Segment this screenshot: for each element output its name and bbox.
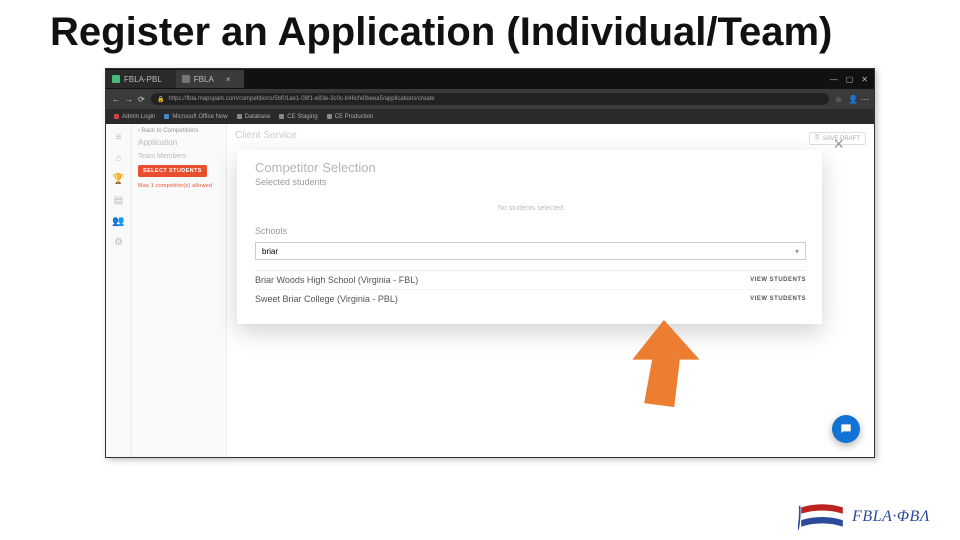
bookmark-label: Microsoft Office Now — [172, 114, 227, 120]
dialog-title: Competitor Selection — [255, 160, 806, 175]
gear-icon[interactable]: ⚙ — [114, 237, 123, 248]
close-dialog-icon[interactable]: × — [833, 134, 844, 155]
url-text: https://fbla.mapspark.com/competitions/5… — [168, 96, 434, 102]
side-panel: ‹ Back to Competitions Application Team … — [132, 124, 227, 457]
close-tab-icon[interactable]: × — [226, 75, 231, 84]
bookmark-item[interactable]: Database — [237, 114, 271, 120]
tab-favicon-icon — [112, 75, 120, 83]
list-icon[interactable]: ▤ — [114, 195, 123, 206]
bookmark-item[interactable]: CE Production — [327, 114, 374, 120]
home-icon[interactable]: ⌂ — [115, 153, 121, 164]
forward-icon[interactable]: → — [125, 96, 132, 103]
minimize-icon[interactable]: — — [830, 75, 838, 84]
trophy-icon[interactable]: 🏆 — [112, 174, 124, 185]
application-label: Application — [138, 138, 220, 147]
school-search-field[interactable]: ▾ — [255, 242, 806, 260]
dialog-subtitle: Selected students — [255, 177, 806, 187]
school-result-row: Briar Woods High School (Virginia - FBL)… — [255, 271, 806, 289]
bookmark-item[interactable]: Microsoft Office Now — [164, 114, 227, 120]
page-title: Client Service — [235, 128, 866, 143]
menu-icon[interactable]: ⋯ — [861, 96, 868, 103]
bookmark-item[interactable]: CE Staging — [279, 114, 317, 120]
bookmark-bar: Admin Login Microsoft Office Now Databas… — [106, 109, 874, 124]
url-field[interactable]: 🔒 https://fbla.mapspark.com/competitions… — [151, 93, 829, 105]
select-students-button[interactable]: SELECT STUDENTS — [138, 165, 207, 177]
dropdown-caret-icon[interactable]: ▾ — [795, 247, 799, 256]
menu-icon[interactable]: ≡ — [116, 132, 122, 143]
people-icon[interactable]: 👥 — [112, 216, 124, 227]
school-search-input[interactable] — [262, 247, 795, 256]
profile-icon[interactable]: 👤 — [848, 96, 855, 103]
bookmark-label: Admin Login — [122, 114, 155, 120]
tab-label: FBLA-PBL — [124, 75, 162, 84]
star-icon[interactable]: ☆ — [835, 96, 842, 103]
reload-icon[interactable]: ⟳ — [138, 96, 145, 103]
bookmark-label: Database — [245, 114, 271, 120]
address-bar: ← → ⟳ 🔒 https://fbla.mapspark.com/compet… — [106, 89, 874, 109]
main-content: Client Service ⎘ SAVE DRAFT × Competitor… — [227, 124, 874, 457]
school-name: Briar Woods High School (Virginia - FBL) — [255, 275, 418, 285]
view-students-button[interactable]: VIEW STUDENTS — [750, 277, 806, 283]
flag-icon — [798, 502, 846, 532]
schools-section-label: Schools — [255, 226, 806, 236]
maximize-icon[interactable]: ▢ — [846, 75, 854, 84]
lock-icon: 🔒 — [157, 96, 164, 103]
back-to-competitions-link[interactable]: ‹ Back to Competitions — [138, 128, 220, 134]
fbla-pbl-logo: FBLA·ΦBΛ — [798, 502, 930, 532]
bookmark-label: CE Staging — [287, 114, 317, 120]
chat-icon — [839, 422, 853, 436]
view-students-button[interactable]: VIEW STUDENTS — [750, 296, 806, 302]
bookmark-label: CE Production — [335, 114, 374, 120]
close-window-icon[interactable]: ✕ — [861, 75, 868, 84]
school-name: Sweet Briar College (Virginia - PBL) — [255, 294, 398, 304]
school-result-row: Sweet Briar College (Virginia - PBL) VIE… — [255, 289, 806, 308]
tab-label: FBLA — [194, 75, 214, 84]
app-left-rail: ≡ ⌂ 🏆 ▤ 👥 ⚙ — [106, 124, 132, 457]
save-icon: ⎘ — [815, 135, 820, 142]
browser-window: FBLA-PBL FBLA × — ▢ ✕ ← → ⟳ 🔒 https://fb… — [105, 68, 875, 458]
competitor-selection-dialog: × Competitor Selection Selected students… — [237, 150, 822, 324]
slide-title: Register an Application (Individual/Team… — [0, 0, 960, 59]
browser-tab[interactable]: FBLA × — [176, 70, 245, 88]
empty-state-text: No students selected — [255, 187, 806, 226]
browser-tab-strip: FBLA-PBL FBLA × — ▢ ✕ — [106, 69, 874, 89]
logo-text: FBLA·ΦBΛ — [852, 508, 930, 526]
competitor-limit-text: Max 1 competitor(s) allowed — [138, 183, 220, 189]
chat-fab-button[interactable] — [832, 415, 860, 443]
team-members-label: Team Members — [138, 153, 220, 160]
school-results-list: Briar Woods High School (Virginia - FBL)… — [255, 270, 806, 308]
back-icon[interactable]: ← — [112, 96, 119, 103]
browser-tab[interactable]: FBLA-PBL — [106, 70, 176, 88]
bookmark-item[interactable]: Admin Login — [114, 114, 155, 120]
tab-favicon-icon — [182, 75, 190, 83]
